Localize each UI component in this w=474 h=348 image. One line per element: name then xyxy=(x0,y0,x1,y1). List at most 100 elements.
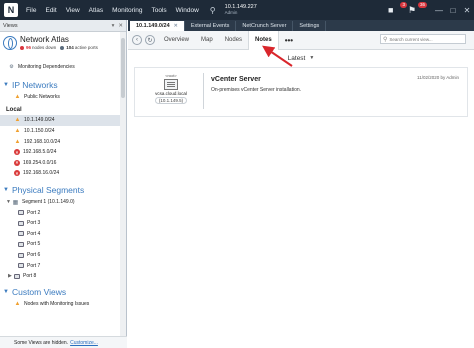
hidden-views-note: Some Views are hidden. Customize... xyxy=(0,336,127,348)
panel-close-icon[interactable]: ✕ xyxy=(118,23,123,29)
alerts-button[interactable]: ■ 3 xyxy=(388,2,407,15)
tab-external-events[interactable]: External Events xyxy=(185,21,237,31)
section-physical-segments[interactable]: ▼ Physical Segments xyxy=(0,184,121,197)
nodes-down-label: nodes down xyxy=(32,45,57,50)
card-divider xyxy=(203,73,204,109)
tree-item-network[interactable]: × 192.168.16.0/24 xyxy=(0,168,121,179)
menu-monitoring[interactable]: Monitoring xyxy=(112,7,142,14)
device-role: <root> xyxy=(165,73,177,78)
menu-window[interactable]: Window xyxy=(176,7,199,14)
tree-item-network[interactable]: ▲ 192.168.10.0/24 xyxy=(0,136,121,147)
tree-item-label: Nodes with Monitoring Issues xyxy=(24,300,90,307)
tree-item-network[interactable]: ▲ 10.1.149.0/24 xyxy=(0,115,121,126)
tree-item-port[interactable]: Port 3 xyxy=(0,218,121,229)
close-tab-icon[interactable]: ✕ xyxy=(174,23,178,29)
tree-item-label: Segment 1 (10.1.149.0) xyxy=(22,199,75,206)
menu-bar: File Edit View Atlas Monitoring Tools Wi… xyxy=(26,7,208,14)
chevron-down-icon: ▼ xyxy=(309,55,315,61)
views-label: Views xyxy=(3,22,18,29)
tree-item-monitoring-dependencies[interactable]: ⚙ Monitoring Dependencies xyxy=(0,62,121,73)
tree-item-label: 10.1.150.0/24 xyxy=(24,128,55,135)
section-title: IP Networks xyxy=(11,80,58,91)
note-device[interactable]: <root> vcsa.cloud.local (10.1.149.5) xyxy=(143,73,199,113)
tree-item-label: Port 5 xyxy=(27,241,41,248)
tree-item-public-networks[interactable]: ▲ Public Networks xyxy=(0,92,121,103)
section-title: Custom Views xyxy=(11,287,67,297)
bell-icon: ■ xyxy=(388,5,394,15)
customize-link[interactable]: Customize... xyxy=(70,340,98,346)
port-icon xyxy=(18,231,24,237)
notifications-button[interactable]: ⚑ 36 xyxy=(408,2,427,15)
search-input[interactable] xyxy=(389,36,460,42)
maximize-button[interactable]: □ xyxy=(446,6,460,15)
group-local[interactable]: Local xyxy=(0,105,121,115)
globe-icon xyxy=(3,36,17,50)
search-box[interactable]: ⚲ xyxy=(380,34,466,44)
views-panel: Views ▾ ✕ Network Atlas 96 nodes down 10… xyxy=(0,20,127,348)
note-card[interactable]: <root> vcsa.cloud.local (10.1.149.5) vCe… xyxy=(134,67,468,117)
port-icon xyxy=(18,241,24,247)
scrollbar-thumb[interactable] xyxy=(121,38,125,98)
tree-item-port[interactable]: Port 6 xyxy=(0,250,121,261)
tab-network[interactable]: 10.1.149.0/24 ✕ xyxy=(130,21,185,31)
network-atlas-header[interactable]: Network Atlas 96 nodes down 104 active p… xyxy=(0,32,121,62)
flag-icon: ⚑ xyxy=(408,5,417,15)
tab-settings[interactable]: Settings xyxy=(293,21,327,31)
dependency-icon: ⚙ xyxy=(9,64,14,71)
views-scrollbar[interactable] xyxy=(120,32,126,336)
tree-item-custom-view[interactable]: ▲ Nodes with Monitoring Issues xyxy=(0,299,121,310)
tree-item-port[interactable]: Port 7 xyxy=(0,260,121,271)
menu-atlas[interactable]: Atlas xyxy=(89,7,103,14)
menu-edit[interactable]: Edit xyxy=(45,7,56,14)
search-icon: ⚲ xyxy=(383,36,388,43)
tab-map[interactable]: Map xyxy=(195,31,219,50)
tree-item-label: Port 4 xyxy=(27,230,41,237)
sort-label: Latest xyxy=(287,54,306,62)
note-body: On-premises vCenter Server installation. xyxy=(211,87,302,93)
active-ports-count: 104 xyxy=(66,45,74,50)
lock-icon[interactable]: ⚲ xyxy=(210,6,216,15)
section-custom-views[interactable]: ▼ Custom Views xyxy=(0,286,121,299)
warning-icon: ▲ xyxy=(14,138,21,145)
error-icon: × xyxy=(14,159,20,166)
sort-dropdown[interactable]: Latest ▼ xyxy=(128,51,474,65)
host-user: Admin xyxy=(224,10,238,15)
tree-item-segment[interactable]: ▼ ▦ Segment 1 (10.1.149.0) xyxy=(0,197,121,208)
title-bar: N File Edit View Atlas Monitoring Tools … xyxy=(0,0,474,20)
section-ip-networks[interactable]: ▼ IP Networks xyxy=(0,79,121,92)
more-menu-button[interactable]: ••• xyxy=(279,36,299,45)
tree-item-network[interactable]: × 169.254.0.0/16 xyxy=(0,158,121,169)
tab-netcrunch-server[interactable]: NetCrunch Server xyxy=(236,21,294,31)
nodes-down-count: 96 xyxy=(26,45,32,50)
tree-item-label: Public Networks xyxy=(24,93,60,100)
tree-item-label: 192.168.10.0/24 xyxy=(24,138,61,145)
server-icon xyxy=(164,79,178,90)
minimize-button[interactable]: — xyxy=(432,6,446,15)
tree-item-network[interactable]: ▲ 10.1.150.0/24 xyxy=(0,126,121,137)
tree-item-network[interactable]: × 192.168.5.0/24 xyxy=(0,147,121,158)
menu-tools[interactable]: Tools xyxy=(151,7,166,14)
tree-item-port[interactable]: Port 5 xyxy=(0,239,121,250)
switch-icon: ▦ xyxy=(12,199,19,206)
tab-notes[interactable]: Notes xyxy=(248,30,279,50)
warning-icon: ▲ xyxy=(14,93,21,100)
panel-pin-icon[interactable]: ▾ xyxy=(112,23,115,29)
atlas-title: Network Atlas xyxy=(20,35,69,44)
views-panel-header: Views ▾ ✕ xyxy=(0,20,126,32)
tree-item-port[interactable]: ▶ Port 8 xyxy=(0,271,121,282)
tab-overview[interactable]: Overview xyxy=(158,31,195,50)
chevron-down-icon: ▼ xyxy=(3,82,9,89)
tab-nodes[interactable]: Nodes xyxy=(219,31,248,50)
close-button[interactable]: ✕ xyxy=(460,6,474,15)
tree-item-port[interactable]: Port 2 xyxy=(0,207,121,218)
tree-item-port[interactable]: Port 4 xyxy=(0,229,121,240)
tree-item-label: 169.254.0.0/16 xyxy=(23,159,57,166)
refresh-button[interactable]: ↻ xyxy=(145,35,155,45)
warning-icon: ▲ xyxy=(14,117,21,124)
alerts-badge: 3 xyxy=(400,2,407,8)
menu-file[interactable]: File xyxy=(26,7,36,14)
nodes-down-dot xyxy=(20,46,24,50)
back-button[interactable]: ‹ xyxy=(132,35,142,45)
document-tabs: 10.1.149.0/24 ✕ External Events NetCrunc… xyxy=(128,20,474,31)
menu-view[interactable]: View xyxy=(66,7,80,14)
